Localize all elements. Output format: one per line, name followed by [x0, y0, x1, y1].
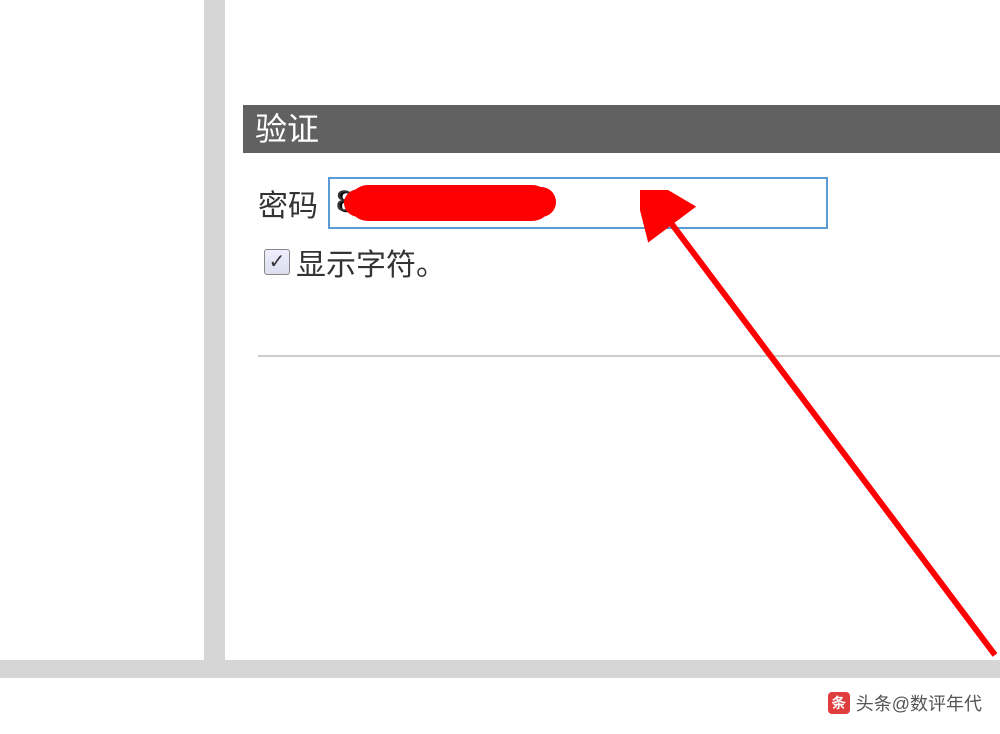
- sidebar-column: [0, 0, 205, 660]
- watermark-logo-icon: 条: [828, 692, 850, 714]
- watermark-prefix: 头条: [856, 690, 892, 716]
- show-characters-row: ✓ 显示字符。: [264, 240, 446, 284]
- password-input-wrap: 8: [328, 177, 828, 229]
- password-label: 密码: [258, 181, 318, 225]
- watermark: 条 头条 @数评年代: [828, 690, 982, 716]
- bottom-strip: [0, 660, 1000, 678]
- show-characters-label: 显示字符。: [296, 240, 446, 284]
- section-header-verify: 验证: [243, 105, 1000, 153]
- main-column: [225, 0, 1000, 660]
- watermark-author: @数评年代: [892, 690, 982, 716]
- password-row: 密码 8: [258, 177, 828, 229]
- section-divider: [258, 355, 1000, 357]
- redaction-overlay: [350, 185, 550, 221]
- show-characters-checkbox[interactable]: ✓: [264, 249, 290, 275]
- check-icon: ✓: [269, 252, 286, 272]
